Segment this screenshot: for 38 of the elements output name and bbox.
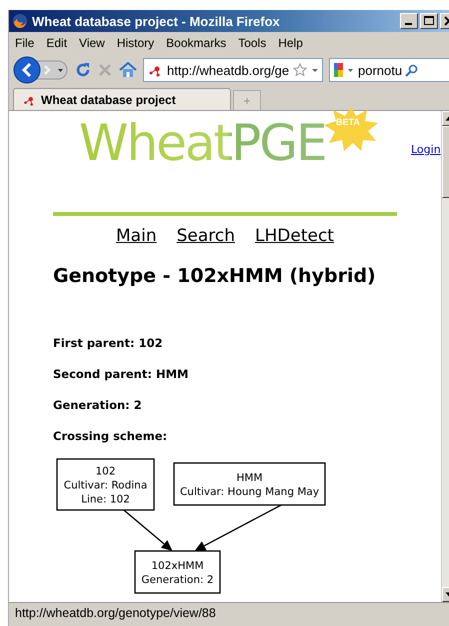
search-engine-icon[interactable] <box>333 62 355 78</box>
nav-link[interactable]: LHDetect <box>255 226 334 246</box>
page-heading: Genotype - 102xHMM (hybrid) <box>53 265 377 287</box>
genotype-node: 102xHMM Generation: 2 <box>134 550 221 594</box>
genotype-node: 102 Cultivar: Rodina Line: 102 <box>56 458 155 511</box>
status-bar: http://wheatdb.org/genotype/view/88 <box>9 602 449 623</box>
maximize-button[interactable] <box>420 13 438 29</box>
genotype-node: HMM Cultivar: Houng Mang May <box>173 462 326 506</box>
search-icon[interactable] <box>405 64 418 76</box>
home-icon[interactable] <box>119 62 137 78</box>
dropdown-icon[interactable] <box>311 66 319 74</box>
menu-item[interactable]: History <box>110 36 160 50</box>
arrow <box>123 510 172 551</box>
field-label: Crossing scheme: <box>53 428 168 444</box>
field-label: Second parent: HMM <box>53 366 190 382</box>
starburst-badge-icon <box>323 107 379 151</box>
back-button[interactable] <box>13 56 69 84</box>
search-field[interactable]: pornotu <box>329 58 449 82</box>
window-title: Wheat database project - Mozilla Firefox <box>32 14 281 28</box>
star-icon[interactable] <box>293 63 307 77</box>
browser-logo-icon <box>12 13 28 29</box>
nav-link[interactable]: Main <box>116 226 157 246</box>
nav-link[interactable]: Search <box>176 226 236 246</box>
menu-item[interactable]: View <box>73 36 111 50</box>
menu-item[interactable]: File <box>9 36 40 50</box>
address-field[interactable]: http://wheatdb.org/ge <box>143 58 323 82</box>
login-link[interactable]: Login <box>411 143 441 246</box>
minimize-button[interactable] <box>400 13 418 29</box>
field-label: Generation: 2 <box>53 397 143 413</box>
menu-item[interactable]: Bookmarks <box>160 36 232 50</box>
beta-label: BETA <box>336 117 360 127</box>
menu-item[interactable]: Help <box>272 36 309 50</box>
plus-icon <box>243 96 251 104</box>
reload-icon[interactable] <box>75 62 91 78</box>
field-label: First parent: 102 <box>53 335 164 351</box>
browser-tab[interactable]: Wheat database project <box>13 88 231 110</box>
menu-item[interactable]: Tools <box>232 36 272 50</box>
menu-item[interactable]: Edit <box>40 36 74 50</box>
